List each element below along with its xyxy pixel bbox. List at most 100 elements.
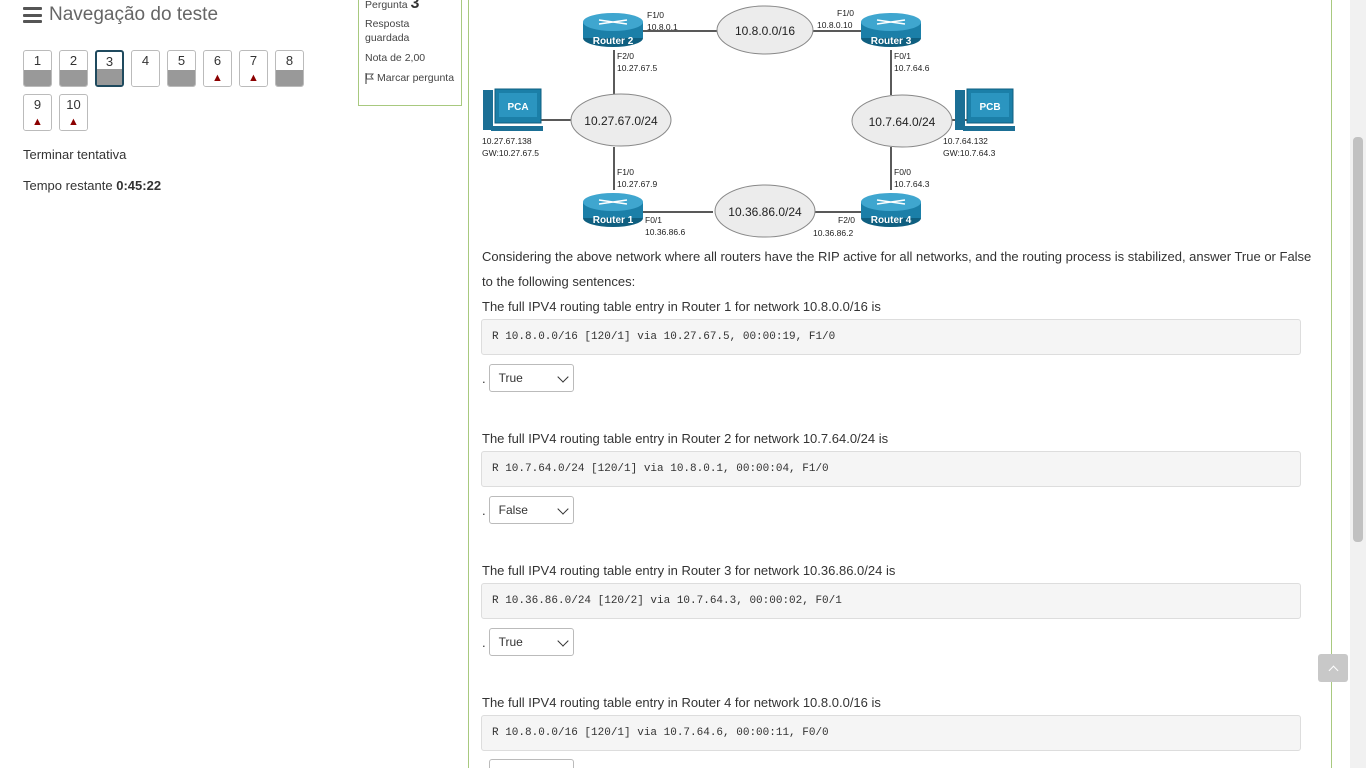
question-number: 4 bbox=[141, 53, 150, 68]
flag-label: Marcar pergunta bbox=[377, 72, 455, 84]
unanswered-indicator bbox=[132, 70, 159, 86]
answer-prefix: . bbox=[482, 634, 486, 650]
finish-attempt-link[interactable]: Terminar tentativa bbox=[23, 147, 126, 162]
statement-3-text: The full IPV4 routing table entry in Rou… bbox=[482, 563, 896, 578]
statement-1-code: R 10.8.0.0/16 [120/1] via 10.27.67.5, 00… bbox=[481, 319, 1301, 355]
answered-indicator bbox=[24, 70, 51, 86]
question-number: 2 bbox=[69, 53, 78, 68]
gateway-label: GW:10.27.67.5 bbox=[482, 148, 539, 158]
ip-label: 10.7.64.6 bbox=[894, 63, 930, 73]
router-3-icon: Router 3 bbox=[861, 13, 921, 47]
statement-2-select[interactable]: False bbox=[488, 496, 574, 524]
selected-value: True bbox=[498, 635, 523, 649]
pcb-computer-icon: PCB bbox=[955, 88, 1015, 131]
gateway-label: GW:10.7.64.3 bbox=[943, 148, 996, 158]
question-button-6[interactable]: 6 bbox=[203, 50, 232, 87]
question-number: 9 bbox=[33, 97, 42, 112]
question-button-1[interactable]: 1 bbox=[23, 50, 52, 87]
router-label: Router 3 bbox=[871, 36, 912, 47]
router-label: Router 1 bbox=[593, 215, 634, 226]
question-number: 1 bbox=[33, 53, 42, 68]
statement-4-code: R 10.8.0.0/16 [120/1] via 10.7.64.6, 00:… bbox=[481, 715, 1301, 751]
interface-label: F1/0 bbox=[617, 167, 634, 177]
interface-label: F1/0 bbox=[837, 8, 854, 18]
statement-1-answer: . True bbox=[482, 364, 574, 392]
ip-label: 10.27.67.9 bbox=[617, 179, 657, 189]
pca-computer-icon: PCA bbox=[483, 88, 543, 131]
statement-2-code: R 10.7.64.0/24 [120/1] via 10.8.0.1, 00:… bbox=[481, 451, 1301, 487]
network-topology-diagram: 10.8.0.0/16 10.27.67.0/24 10.7.64.0/24 1… bbox=[482, 5, 1015, 238]
question-button-7[interactable]: 7 bbox=[239, 50, 268, 87]
interface-label: F0/1 bbox=[645, 215, 662, 225]
statement-3-code: R 10.36.86.0/24 [120/2] via 10.7.64.3, 0… bbox=[481, 583, 1301, 619]
back-to-top-button[interactable] bbox=[1318, 654, 1348, 682]
pc-label: PCB bbox=[979, 102, 1000, 113]
question-number: 7 bbox=[249, 53, 258, 68]
ip-label: 10.36.86.6 bbox=[645, 227, 685, 237]
question-button-8[interactable]: 8 bbox=[275, 50, 304, 87]
scrollbar-thumb[interactable] bbox=[1353, 137, 1363, 542]
grade-info: Nota de 2,00 bbox=[365, 52, 426, 64]
chevron-down-icon bbox=[556, 502, 569, 515]
statement-4-text: The full IPV4 routing table entry in Rou… bbox=[482, 695, 881, 710]
question-content: 10.8.0.0/16 10.27.67.0/24 10.7.64.0/24 1… bbox=[468, 0, 1332, 768]
question-number: 5 bbox=[177, 53, 186, 68]
hamburger-menu-icon[interactable] bbox=[23, 7, 42, 23]
question-button-4[interactable]: 4 bbox=[131, 50, 160, 87]
statement-3-select[interactable]: True bbox=[488, 628, 574, 656]
question-button-10[interactable]: 10 bbox=[59, 94, 88, 131]
router-label: Router 2 bbox=[593, 36, 634, 47]
network-cloud-2: 10.27.67.0/24 bbox=[570, 93, 672, 147]
question-button-5[interactable]: 5 bbox=[167, 50, 196, 87]
question-number: 10 bbox=[66, 97, 81, 112]
statement-1-text: The full IPV4 routing table entry in Rou… bbox=[482, 299, 881, 314]
statement-2-text: The full IPV4 routing table entry in Rou… bbox=[482, 431, 889, 446]
network-cloud-4: 10.36.86.0/24 bbox=[714, 184, 816, 238]
statement-4-select[interactable] bbox=[488, 759, 574, 768]
statement-1-select[interactable]: True bbox=[488, 364, 574, 392]
answer-prefix: . bbox=[482, 502, 486, 518]
question-number: 3 bbox=[410, 0, 420, 12]
question-button-2[interactable]: 2 bbox=[59, 50, 88, 87]
answered-indicator bbox=[276, 70, 303, 86]
question-number: 8 bbox=[285, 53, 294, 68]
question-button-3[interactable]: 3 bbox=[95, 50, 124, 87]
interface-label: F1/0 bbox=[647, 10, 664, 20]
network-label: 10.36.86.0/24 bbox=[728, 205, 802, 219]
selected-value: False bbox=[498, 503, 528, 517]
question-intro: Considering the above network where all … bbox=[482, 249, 1312, 289]
ip-label: 10.7.64.3 bbox=[894, 179, 930, 189]
interface-label: F2/0 bbox=[838, 215, 855, 225]
nav-title: Navegação do teste bbox=[49, 4, 219, 25]
timer-value: 0:45:22 bbox=[116, 178, 162, 193]
network-label: 10.27.67.0/24 bbox=[584, 114, 658, 128]
answered-indicator bbox=[60, 70, 87, 86]
network-label: 10.7.64.0/24 bbox=[869, 115, 936, 129]
interface-label: F0/0 bbox=[894, 167, 911, 177]
flag-triangle-icon bbox=[24, 114, 51, 130]
flag-triangle-icon bbox=[60, 114, 87, 130]
nav-header[interactable]: Navegação do teste bbox=[23, 0, 343, 30]
network-cloud-3: 10.7.64.0/24 bbox=[851, 94, 953, 148]
vertical-scrollbar[interactable] bbox=[1350, 0, 1366, 768]
question-button-9[interactable]: 9 bbox=[23, 94, 52, 131]
router-4-icon: Router 4 bbox=[861, 193, 921, 227]
ip-label: 10.8.0.10 bbox=[817, 20, 853, 30]
answered-indicator bbox=[168, 70, 195, 86]
interface-label: F2/0 bbox=[617, 51, 634, 61]
router-label: Router 4 bbox=[871, 215, 912, 226]
timer-label: Tempo restante bbox=[23, 178, 113, 193]
statement-3-answer: . True bbox=[482, 628, 574, 656]
ip-label: 10.27.67.5 bbox=[617, 63, 657, 73]
question-label: Pergunta bbox=[365, 0, 408, 11]
flag-triangle-icon bbox=[204, 70, 231, 86]
router-2-icon: Router 2 bbox=[583, 13, 643, 47]
chevron-down-icon bbox=[556, 634, 569, 647]
flag-question-button[interactable]: Marcar pergunta bbox=[365, 71, 455, 85]
router-1-icon: Router 1 bbox=[583, 193, 643, 227]
question-number: 6 bbox=[213, 53, 222, 68]
ip-label: 10.36.86.2 bbox=[813, 228, 853, 238]
quiz-page: Navegação do teste 1 2 3 4 5 6 7 8 9 10 … bbox=[0, 0, 1366, 768]
question-info-box: Pergunta 3 Resposta guardada Nota de 2,0… bbox=[358, 0, 462, 106]
answered-indicator bbox=[97, 69, 122, 85]
